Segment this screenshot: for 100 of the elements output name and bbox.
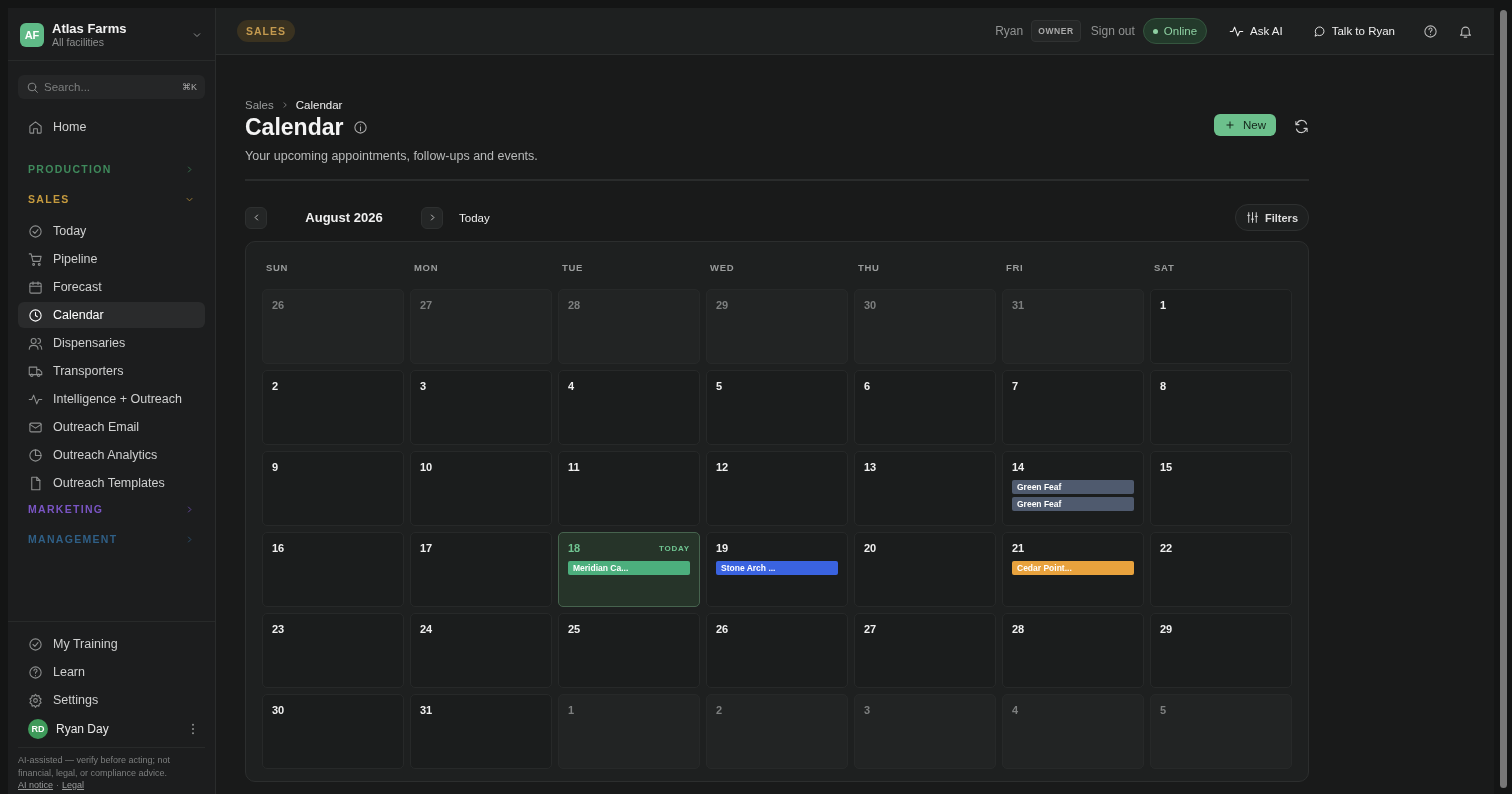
day-cell[interactable]: 1 <box>1150 289 1292 364</box>
sign-out-link[interactable]: Sign out <box>1090 24 1135 38</box>
day-cell[interactable]: 1 <box>558 694 700 769</box>
day-cell[interactable]: 19 Stone Arch ... <box>706 532 848 607</box>
day-cell[interactable]: 17 <box>410 532 552 607</box>
info-icon[interactable] <box>353 120 369 135</box>
nav-item[interactable]: Transporters <box>18 358 205 384</box>
disclaimer-text: AI-assisted — verify before acting; not financial, legal, or compliance advice. <box>18 754 172 780</box>
day-cell[interactable]: 30 <box>854 289 996 364</box>
today-button[interactable]: Today <box>451 207 498 228</box>
day-cell[interactable]: 26 <box>262 289 404 364</box>
day-cell[interactable]: 31 <box>1002 289 1144 364</box>
nav-item[interactable]: Outreach Templates <box>18 470 205 496</box>
day-number: 29 <box>716 299 729 311</box>
document-icon <box>28 475 43 491</box>
nav-item[interactable]: Learn <box>18 659 205 685</box>
ask-ai-button[interactable]: Ask AI <box>1221 19 1291 43</box>
bell-icon[interactable] <box>1458 23 1473 39</box>
day-cell[interactable]: 2 <box>262 370 404 445</box>
day-cell[interactable]: 6 <box>854 370 996 445</box>
day-cell[interactable]: 21 Cedar Point... <box>1002 532 1144 607</box>
legal-link[interactable]: Legal <box>62 780 85 790</box>
day-cell[interactable]: 18 TODAY Meridian Ca... <box>558 532 700 607</box>
day-number: 15 <box>1160 461 1173 473</box>
day-cell[interactable]: 4 <box>558 370 700 445</box>
day-cell[interactable]: 2 <box>706 694 848 769</box>
shortcut-hint: ⌘K <box>182 82 197 92</box>
nav-item[interactable]: Today <box>18 218 205 244</box>
day-cell[interactable]: 3 <box>410 370 552 445</box>
day-number: 30 <box>864 299 877 311</box>
day-cell[interactable]: 28 <box>1002 613 1144 688</box>
section-badge: SALES <box>237 20 295 42</box>
day-cell[interactable]: 9 <box>262 451 404 526</box>
cart-icon <box>28 251 43 267</box>
event-chip[interactable]: Green Feaf <box>1012 497 1134 511</box>
section-header[interactable]: PRODUCTION <box>18 158 205 180</box>
day-number: 22 <box>1160 542 1173 554</box>
section-header[interactable]: SALES <box>18 188 205 210</box>
day-cell[interactable]: 24 <box>410 613 552 688</box>
event-chip[interactable]: Stone Arch ... <box>716 561 838 575</box>
day-cell[interactable]: 22 <box>1150 532 1292 607</box>
nav-item[interactable]: My Training <box>18 631 205 657</box>
more-icon[interactable] <box>191 723 195 735</box>
day-cell[interactable]: 16 <box>262 532 404 607</box>
new-button[interactable]: New <box>1214 113 1276 136</box>
day-number: 2 <box>716 704 723 716</box>
nav-item[interactable]: Intelligence + Outreach <box>18 386 205 412</box>
weekday-label: MON <box>413 261 440 275</box>
nav-item[interactable]: Forecast <box>18 274 205 300</box>
day-cell[interactable]: 31 <box>410 694 552 769</box>
nav-item[interactable]: Outreach Analytics <box>18 442 205 468</box>
day-cell[interactable]: 11 <box>558 451 700 526</box>
day-cell[interactable]: 29 <box>1150 613 1292 688</box>
day-cell[interactable]: 4 <box>1002 694 1144 769</box>
scrollbar-thumb[interactable] <box>1499 10 1507 788</box>
filters-button[interactable]: Filters <box>1235 204 1309 231</box>
day-cell[interactable]: 8 <box>1150 370 1292 445</box>
day-cell[interactable]: 30 <box>262 694 404 769</box>
day-number: 29 <box>1160 623 1173 635</box>
nav-item[interactable]: Dispensaries <box>18 330 205 356</box>
day-number: 3 <box>420 380 427 392</box>
nav-item[interactable]: Pipeline <box>18 246 205 272</box>
day-cell[interactable]: 3 <box>854 694 996 769</box>
weekday-label: THU <box>857 261 881 275</box>
day-cell[interactable]: 28 <box>558 289 700 364</box>
breadcrumb-link[interactable]: Sales <box>245 99 274 111</box>
day-cell[interactable]: 5 <box>706 370 848 445</box>
user-avatar: RD <box>28 719 48 739</box>
day-cell[interactable]: 25 <box>558 613 700 688</box>
day-number: 6 <box>864 380 871 392</box>
day-cell[interactable]: 12 <box>706 451 848 526</box>
day-cell[interactable]: 27 <box>854 613 996 688</box>
refresh-icon[interactable] <box>1294 118 1309 134</box>
talk-button[interactable]: Talk to Ryan <box>1304 20 1403 42</box>
help-icon[interactable] <box>1423 23 1438 39</box>
nav-item[interactable]: Settings <box>18 687 205 713</box>
day-cell[interactable]: 27 <box>410 289 552 364</box>
weekday-label: SAT <box>1153 261 1176 275</box>
day-cell[interactable]: 23 <box>262 613 404 688</box>
day-cell[interactable]: 10 <box>410 451 552 526</box>
day-cell[interactable]: 7 <box>1002 370 1144 445</box>
ai-notice-link[interactable]: AI notice <box>18 780 54 790</box>
event-chip[interactable]: Green Feaf <box>1012 480 1134 494</box>
day-cell[interactable]: 20 <box>854 532 996 607</box>
day-number: 21 <box>1012 542 1025 554</box>
day-cell[interactable]: 14 Green Feaf Green Feaf <box>1002 451 1144 526</box>
day-cell[interactable]: 26 <box>706 613 848 688</box>
clock-icon <box>28 307 43 323</box>
day-number: 7 <box>1012 380 1019 392</box>
day-cell[interactable]: 13 <box>854 451 996 526</box>
day-cell[interactable]: 5 <box>1150 694 1292 769</box>
nav-item[interactable]: Calendar <box>18 302 205 328</box>
day-number: 11 <box>568 461 580 473</box>
settings-icon <box>28 692 43 708</box>
day-cell[interactable]: 15 <box>1150 451 1292 526</box>
nav-item[interactable]: Home <box>18 114 205 140</box>
day-number: 1 <box>568 704 575 716</box>
nav-item[interactable]: Outreach Email <box>18 414 205 440</box>
truck-icon <box>28 363 43 379</box>
day-cell[interactable]: 29 <box>706 289 848 364</box>
